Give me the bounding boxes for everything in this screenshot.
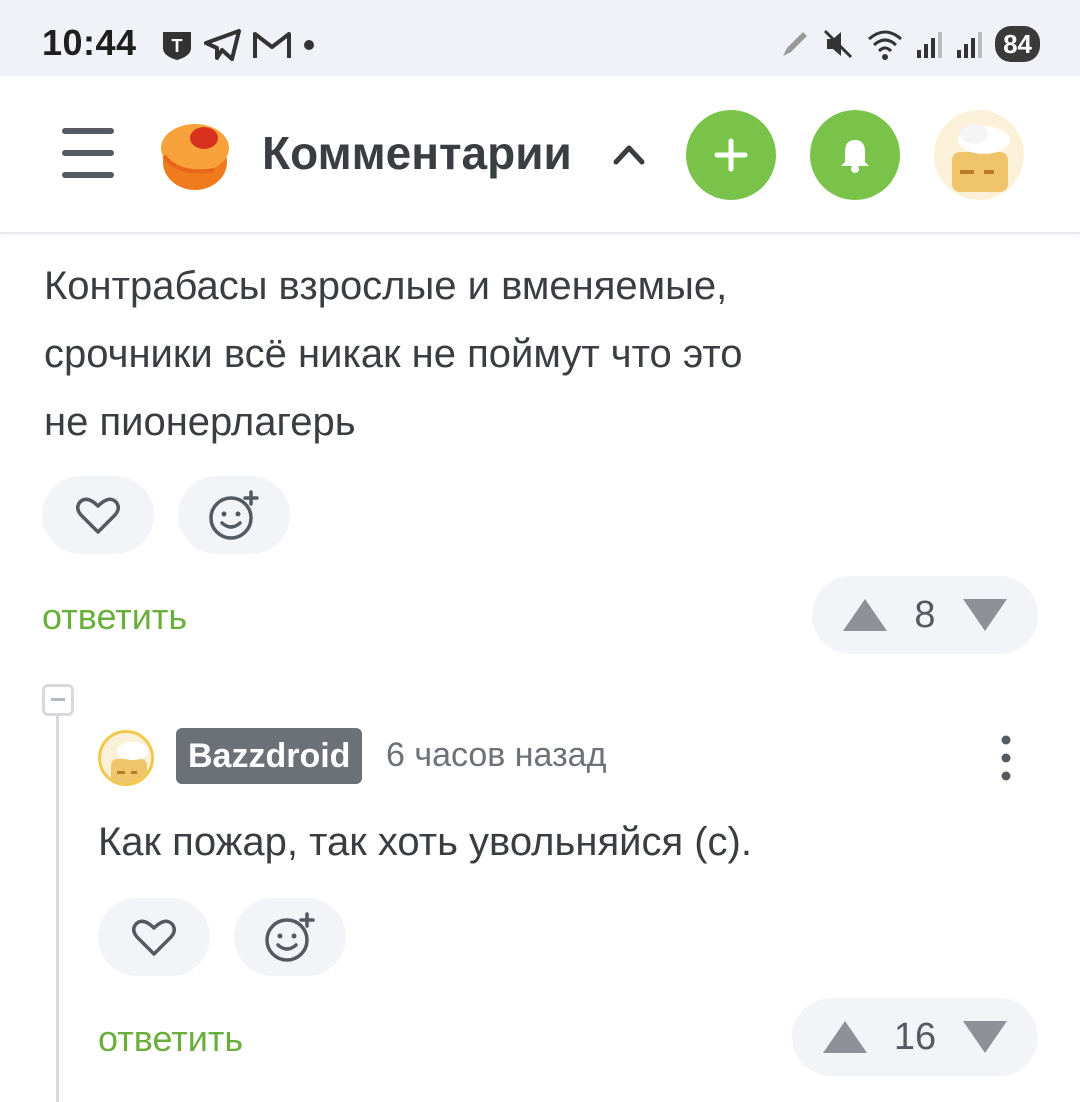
add-reaction-button[interactable] (234, 898, 346, 976)
heart-icon (132, 919, 176, 956)
heart-icon (76, 497, 120, 534)
status-bar: 10:44 T 84 (0, 0, 1080, 76)
reply-link[interactable]: ответить (42, 596, 187, 638)
upvote-icon[interactable] (820, 1017, 870, 1057)
collapse-thread-button[interactable] (42, 684, 74, 716)
system-icons: 84 (779, 26, 1040, 62)
comment-author[interactable]: Bazzdroid (176, 728, 363, 784)
rating-widget: 8 (812, 576, 1038, 654)
downvote-icon[interactable] (960, 595, 1010, 635)
page-title[interactable]: Комментарии (262, 126, 572, 180)
reply-link[interactable]: ответить (98, 1018, 243, 1060)
rating-count: 16 (893, 1015, 937, 1058)
svg-text:T: T (172, 36, 183, 56)
comment-line: не пионерлагерь (44, 400, 356, 444)
user-avatar-icon (111, 742, 149, 783)
upvote-icon[interactable] (840, 595, 890, 635)
tinkoff-icon: T (163, 32, 191, 60)
pen-icon (783, 32, 808, 56)
avatar[interactable] (98, 730, 154, 786)
comment-text: Контрабасы взрослые и вменяемые, срочник… (44, 252, 742, 456)
plus-icon (714, 138, 748, 172)
bell-icon (841, 140, 869, 173)
add-reaction-button[interactable] (178, 476, 290, 554)
signal-icon (957, 32, 983, 58)
pikabu-logo-icon[interactable] (154, 114, 236, 194)
status-time: 10:44 (42, 22, 137, 63)
mute-icon (824, 29, 853, 59)
notifications-button[interactable] (810, 110, 900, 200)
menu-icon[interactable] (62, 128, 114, 178)
emoji-add-icon (209, 490, 259, 540)
profile-avatar[interactable] (934, 110, 1024, 200)
emoji-add-icon (265, 912, 315, 962)
rating-count: 8 (914, 593, 936, 636)
comment-time[interactable]: 6 часов назад (386, 736, 606, 775)
comment-line: срочники всё никак не поймут что это (44, 332, 743, 376)
notification-icons: T (160, 28, 316, 62)
signal-icon (917, 32, 943, 58)
gmail-icon (253, 32, 291, 58)
comment-text: Как пожар, так хоть увольняйся (с). (98, 820, 752, 864)
downvote-icon[interactable] (960, 1017, 1010, 1057)
thread-line[interactable] (56, 716, 59, 1102)
user-avatar-icon (952, 124, 1010, 192)
battery-indicator: 84 (995, 26, 1040, 62)
telegram-icon (204, 29, 241, 61)
wifi-icon (868, 30, 903, 60)
comment-line: Контрабасы взрослые и вменяемые, (44, 264, 728, 308)
like-button[interactable] (42, 476, 154, 554)
dot-icon (304, 40, 314, 50)
chevron-up-icon[interactable] (612, 142, 646, 166)
app-header: Комментарии (0, 76, 1080, 234)
add-post-button[interactable] (686, 110, 776, 200)
rating-widget: 16 (792, 998, 1038, 1076)
like-button[interactable] (98, 898, 210, 976)
more-options-icon[interactable] (996, 734, 1016, 782)
